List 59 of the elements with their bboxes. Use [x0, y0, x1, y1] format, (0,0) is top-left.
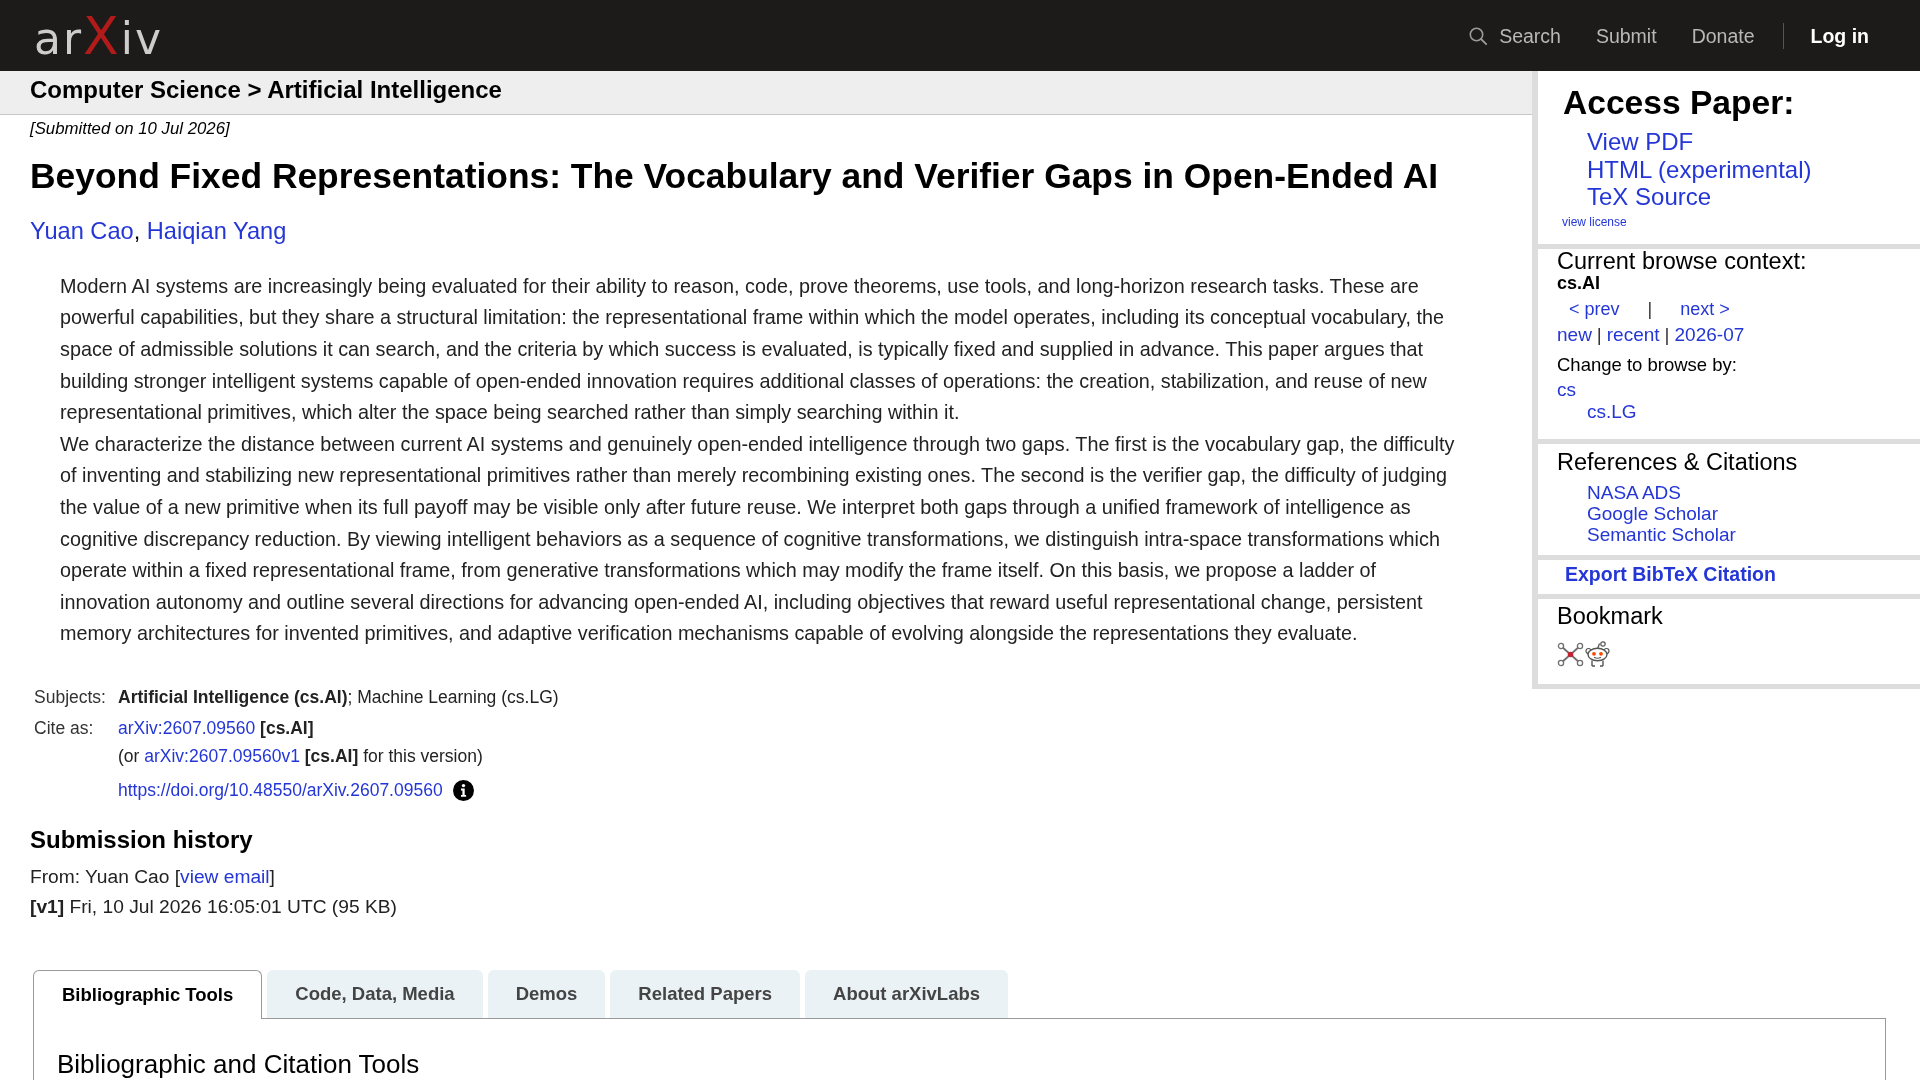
separator-text: |: [1647, 299, 1653, 320]
arxiv-id-link[interactable]: arXiv:2607.09560v1: [144, 745, 300, 766]
reference-link[interactable]: Semantic Scholar: [1587, 524, 1736, 546]
site-logo[interactable]: arXiv: [34, 9, 163, 62]
version-line: [v1] Fri, 10 Jul 2026 16:05:01 UTC (95 KB): [30, 895, 397, 917]
browse-link[interactable]: 2026-07: [1674, 325, 1745, 346]
category-link[interactable]: cs.LG: [1587, 401, 1637, 423]
section-heading: Submission history: [30, 825, 254, 854]
sidebar-heading: Current browse context:: [1557, 247, 1807, 274]
download-link[interactable]: HTML (experimental): [1587, 155, 1812, 183]
author-list: Yuan Cao, Haiqian Yang: [30, 218, 287, 244]
export-link[interactable]: Export BibTeX Citation: [1565, 563, 1776, 586]
download-link[interactable]: TeX Source: [1587, 183, 1712, 211]
search-button[interactable]: Search: [1469, 23, 1561, 48]
abstract-paragraph: We characterize the distance between current AI systems and genuinely open-ended intelligence through two gaps. The first is the vocabulary gap, the difficulty of inventing and stabilizing new representational primitives rather than merely recombining existing ones. The second is the verifier gap, the difficulty of judging the value of a new primitive when its full payoff may be visible only after future reuse. We interpret both gaps through a unified framework of intelligence as cognitive discrepancy reduction. By viewing intelligent behaviors as a sequence of cognitive transformations, we distinguish intra-space transformations which operate within a fixed representational frame, from generative transformations which may modify the frame itself. On this basis, we propose a ladder of innovation autonomy and outline several directions for advancing open-ended AI, including objectives that reward useful representational change, persistent memory architectures for invented primitives, and adaptive verification mechanisms capable of evolving alongside the representations they evaluate.: [60, 431, 1456, 647]
field-label: Subjects:: [34, 686, 107, 707]
nav-link[interactable]: Submit: [1595, 23, 1657, 48]
field-label: Cite as:: [34, 717, 95, 738]
submitter-line: From: Yuan Cao [view email]: [30, 865, 275, 887]
paper-title: Beyond Fixed Representations: The Vocabulary and Verifier Gaps in Open-Ended AI: [30, 155, 1440, 197]
separator-text: |: [1596, 325, 1602, 346]
doi-link[interactable]: https://doi.org/10.48550/arXiv.2607.09560: [118, 780, 443, 801]
browse-context: cs.AI: [1557, 273, 1601, 294]
tab[interactable]: Demos: [487, 969, 606, 1018]
nav-link[interactable]: Donate: [1691, 23, 1755, 48]
browse-link[interactable]: new: [1557, 325, 1592, 346]
browse-link[interactable]: recent: [1606, 325, 1660, 346]
reference-link[interactable]: NASA ADS: [1587, 482, 1681, 504]
tab[interactable]: About arXivLabs: [805, 969, 1009, 1018]
author-link[interactable]: Yuan Cao: [30, 218, 134, 244]
author-link[interactable]: Haiqian Yang: [146, 218, 287, 244]
sidebar-heading: Access Paper:: [1563, 85, 1796, 121]
search-icon: [1469, 26, 1488, 45]
tab[interactable]: Code, Data, Media: [267, 969, 483, 1018]
download-link[interactable]: View PDF: [1587, 128, 1694, 156]
subjects-text: Artificial Intelligence (cs.AI); Machine Learning (cs.LG): [118, 686, 559, 707]
panel-heading: Bibliographic and Citation Tools: [57, 1049, 420, 1078]
separator-text: |: [1664, 325, 1670, 346]
category-link[interactable]: cs: [1557, 379, 1576, 401]
crossed-nodes-icon[interactable]: [1557, 640, 1584, 668]
browse-link[interactable]: < prev: [1569, 299, 1620, 320]
license-link[interactable]: view license: [1562, 214, 1627, 229]
sidebar-heading: Bookmark: [1557, 603, 1663, 629]
citation-line: arXiv:2607.09560 [cs.AI]: [118, 717, 314, 738]
abstract-paragraph: Modern AI systems are increasingly being evaluated for their ability to reason, code, prove theorems, use tools, and long-horizon research tasks. These are powerful capabilities, but they share a structural limitation: the representational frame within which the model operates, including its conceptual vocabulary, the space of admissible solutions it can search, and the criteria by which success is evaluated, is typically fixed and supplied in advance. This paper argues that building stronger intelligent systems capable of open-ended innovation requires additional classes of operations: the creation, stabilization, and reuse of new representational primitives, which alter the space being searched rather than simply searching within it.: [60, 273, 1445, 426]
browse-by-label: Change to browse by:: [1557, 354, 1737, 376]
tab[interactable]: Bibliographic Tools: [33, 969, 263, 1019]
alien-head-icon[interactable]: [1584, 640, 1611, 668]
arxiv-id-link[interactable]: arXiv:2607.09560: [118, 717, 256, 738]
reference-link[interactable]: Google Scholar: [1587, 503, 1718, 525]
tab[interactable]: Related Papers: [610, 969, 801, 1018]
citation-line: (or arXiv:2607.09560v1 [cs.AI] for this version): [118, 745, 483, 766]
email-link[interactable]: view email: [180, 865, 270, 887]
breadcrumb-text: Computer Science > Artificial Intelligence: [30, 77, 502, 103]
info-icon: [452, 779, 474, 801]
browse-link[interactable]: next >: [1680, 299, 1730, 320]
sidebar-heading: References & Citations: [1557, 449, 1798, 476]
login-link[interactable]: Log in: [1810, 23, 1869, 48]
submission-date: [Submitted on 10 Jul 2026]: [30, 119, 230, 138]
